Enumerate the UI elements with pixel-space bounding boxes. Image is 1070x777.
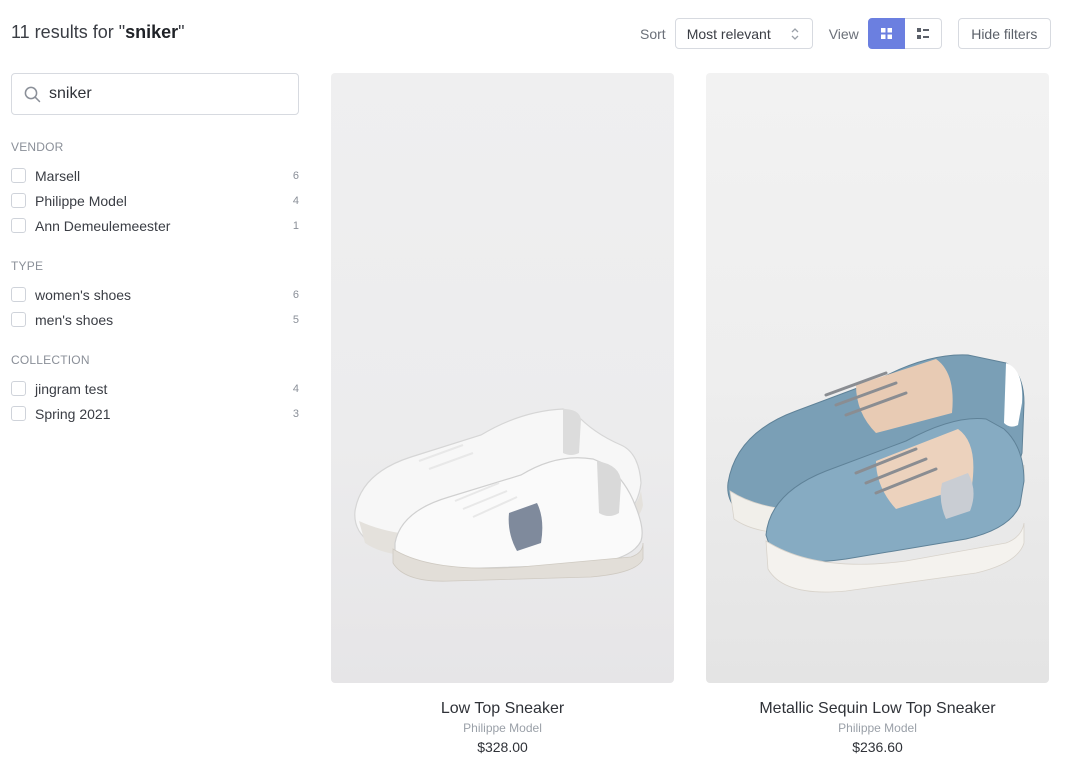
chevron-up-down-icon — [791, 27, 799, 40]
product-price: $236.60 — [852, 739, 903, 755]
facet-item-mens-shoes[interactable]: men's shoes 5 — [11, 307, 299, 332]
search-icon — [24, 86, 41, 102]
search-input[interactable] — [49, 85, 279, 103]
grid-icon — [880, 28, 892, 39]
facet-title-vendor: VENDOR — [11, 140, 64, 154]
checkbox[interactable] — [11, 312, 26, 327]
white-sneaker-image — [331, 73, 674, 683]
facet-item-count: 1 — [292, 219, 299, 232]
checkbox[interactable] — [11, 168, 26, 183]
facet-item-count: 6 — [292, 169, 299, 182]
facet-item-spring-2021[interactable]: Spring 2021 3 — [11, 401, 299, 426]
view-toggle — [867, 18, 942, 49]
results-query: sniker — [125, 22, 179, 42]
facet-item-label: men's shoes — [35, 311, 114, 328]
facet-title-type: TYPE — [11, 259, 44, 273]
grid-view-button[interactable] — [867, 18, 905, 49]
results-prefix: 11 results for " — [11, 22, 126, 42]
product-image[interactable] — [331, 73, 674, 683]
facet-vendor: VENDOR Marsell 6 Philippe Model 4 Ann De… — [11, 140, 299, 238]
facet-item-philippe-model[interactable]: Philippe Model 4 — [11, 188, 299, 213]
facet-title-collection: COLLECTION — [11, 353, 90, 367]
facet-item-jingram-test[interactable]: jingram test 4 — [11, 376, 299, 401]
sort-value: Most relevant — [686, 25, 771, 42]
denim-sneaker-image — [706, 73, 1049, 683]
facet-collection: COLLECTION jingram test 4 Spring 2021 3 — [11, 353, 299, 426]
facet-item-count: 4 — [292, 382, 299, 395]
results-heading: 11 results for "sniker" — [11, 22, 185, 43]
product-price: $328.00 — [477, 739, 528, 755]
facet-item-label: jingram test — [35, 380, 108, 397]
facet-item-label: Spring 2021 — [35, 405, 111, 422]
facet-item-label: Philippe Model — [35, 192, 127, 209]
product-vendor: Philippe Model — [838, 721, 917, 735]
list-icon — [916, 28, 929, 39]
product-title[interactable]: Low Top Sneaker — [331, 700, 674, 718]
checkbox[interactable] — [11, 287, 26, 302]
product-title[interactable]: Metallic Sequin Low Top Sneaker — [706, 700, 1049, 718]
results-suffix: " — [178, 22, 185, 42]
checkbox[interactable] — [11, 193, 26, 208]
product-card[interactable]: Metallic Sequin Low Top Sneaker Philippe… — [706, 73, 1049, 755]
checkbox[interactable] — [11, 381, 26, 396]
list-view-button[interactable] — [904, 18, 942, 49]
facet-item-label: Marsell — [35, 167, 81, 184]
sort-label: Sort — [640, 25, 666, 42]
facet-item-count: 3 — [292, 407, 299, 420]
checkbox[interactable] — [11, 218, 26, 233]
checkbox[interactable] — [11, 406, 26, 421]
sort-select[interactable]: Most relevant — [674, 18, 813, 49]
facet-item-ann-demeulemeester[interactable]: Ann Demeulemeester 1 — [11, 213, 299, 238]
product-card[interactable]: Low Top Sneaker Philippe Model $328.00 — [331, 73, 674, 755]
product-image[interactable] — [706, 73, 1049, 683]
facet-item-label: women's shoes — [35, 286, 132, 303]
view-label: View — [828, 25, 859, 42]
search-box[interactable] — [11, 73, 299, 115]
facet-item-count: 6 — [292, 288, 299, 301]
facet-item-marsell[interactable]: Marsell 6 — [11, 163, 299, 188]
facet-type: TYPE women's shoes 6 men's shoes 5 — [11, 259, 299, 332]
facet-item-label: Ann Demeulemeester — [35, 217, 171, 234]
facet-item-womens-shoes[interactable]: women's shoes 6 — [11, 282, 299, 307]
facet-item-count: 5 — [292, 313, 299, 326]
product-vendor: Philippe Model — [463, 721, 542, 735]
facet-item-count: 4 — [292, 194, 299, 207]
results-toolbar: Sort Most relevant View Hide filters — [640, 18, 1051, 49]
hide-filters-button[interactable]: Hide filters — [957, 18, 1051, 49]
